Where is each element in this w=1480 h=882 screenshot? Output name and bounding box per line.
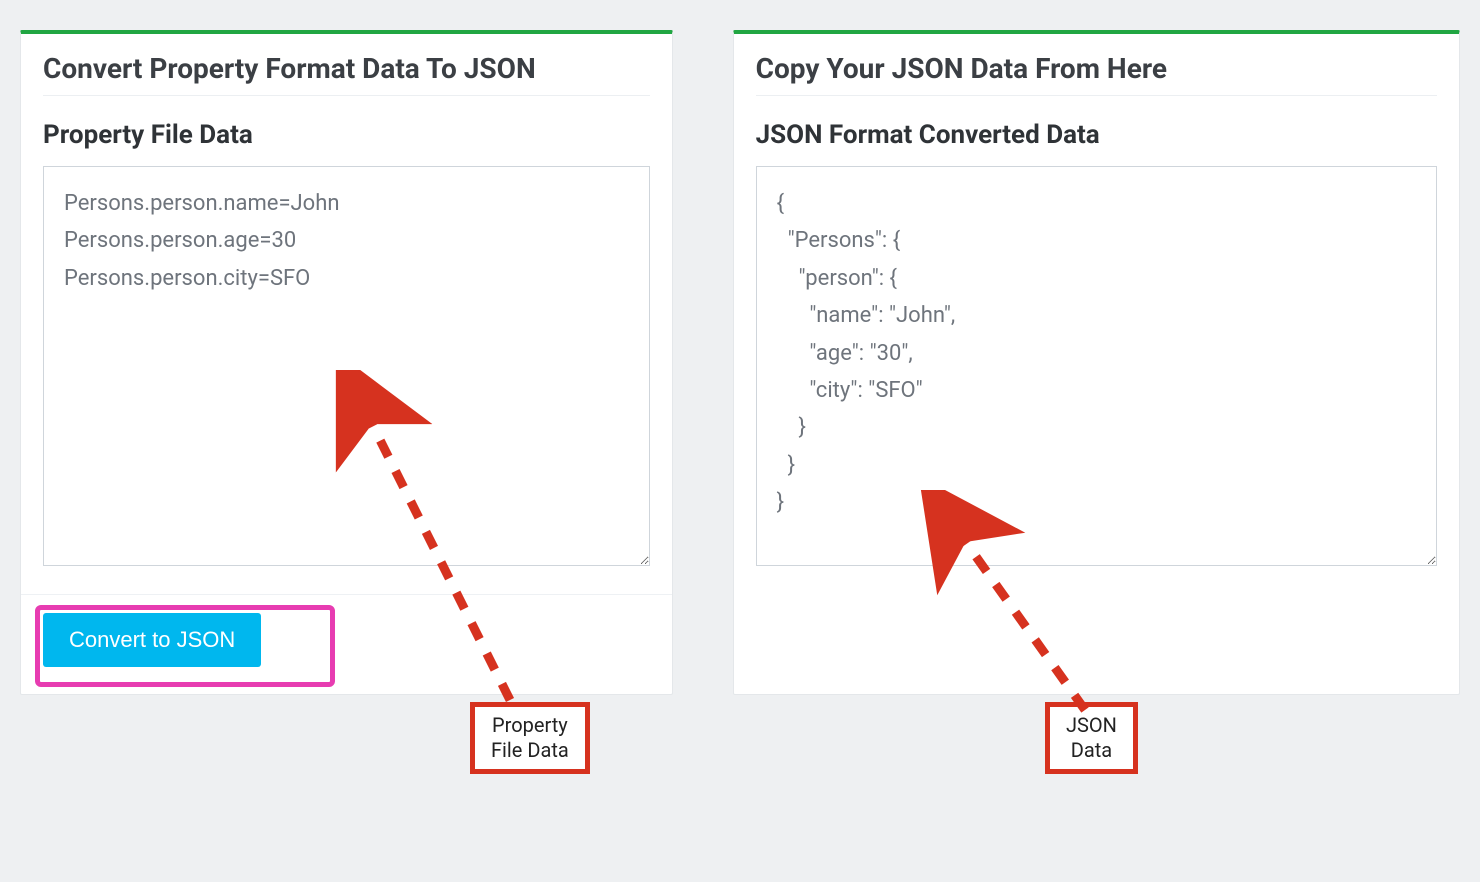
input-card-title: Convert Property Format Data To JSON (43, 52, 650, 96)
annotation-left-text: Property File Data (491, 713, 569, 762)
annotation-right-text: JSON Data (1066, 713, 1117, 762)
output-card: Copy Your JSON Data From Here JSON Forma… (733, 30, 1460, 695)
property-data-textarea[interactable] (43, 166, 650, 566)
input-card: Convert Property Format Data To JSON Pro… (20, 30, 673, 695)
output-section-title: JSON Format Converted Data (756, 120, 1437, 150)
output-card-header: Copy Your JSON Data From Here (734, 34, 1459, 110)
json-output-textarea[interactable] (756, 166, 1437, 566)
input-section-title: Property File Data (43, 120, 650, 150)
input-card-header: Convert Property Format Data To JSON (21, 34, 672, 110)
convert-to-json-button[interactable]: Convert to JSON (43, 613, 261, 667)
input-card-body: Property File Data (21, 110, 672, 594)
input-card-footer: Convert to JSON (21, 594, 672, 694)
annotation-json-data: JSON Data (1045, 702, 1138, 774)
output-card-body: JSON Format Converted Data (734, 110, 1459, 594)
annotation-property-file-data: Property File Data (470, 702, 590, 774)
output-card-title: Copy Your JSON Data From Here (756, 52, 1437, 96)
main-container: Convert Property Format Data To JSON Pro… (20, 30, 1460, 695)
